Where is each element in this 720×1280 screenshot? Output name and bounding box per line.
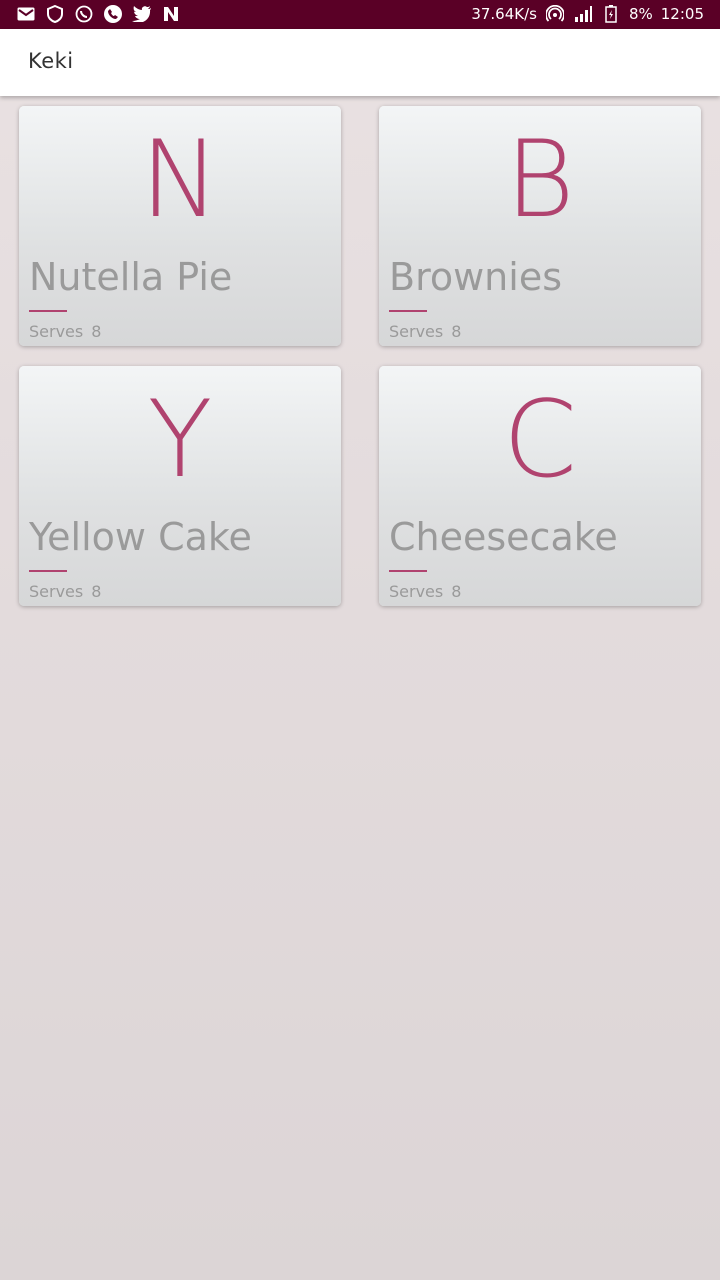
- serves-count: 8: [451, 322, 462, 341]
- whatsapp-icon: [74, 4, 94, 24]
- recipe-initial: C: [502, 378, 577, 501]
- card-header: Y: [19, 366, 341, 510]
- shield-icon: [45, 4, 65, 24]
- n-app-icon: [161, 4, 181, 24]
- system-status: 37.64K/s 8% 12:05: [471, 4, 704, 24]
- serves-label: Serves: [389, 582, 444, 601]
- notification-icons: [16, 4, 181, 24]
- serves-label: Serves: [29, 322, 84, 341]
- card-header: C: [379, 366, 701, 510]
- recipe-name: Nutella Pie: [29, 255, 233, 299]
- recipe-initial: B: [505, 118, 575, 241]
- serves-count: 8: [451, 582, 462, 601]
- network-speed: 37.64K/s: [471, 5, 537, 23]
- serves-label: Serves: [389, 322, 444, 341]
- recipe-card-nutella-pie[interactable]: N Nutella Pie Serves 8: [19, 106, 341, 346]
- card-body: Nutella Pie Serves 8: [19, 250, 341, 346]
- battery-icon: [601, 4, 621, 24]
- card-body: Cheesecake Serves 8: [379, 510, 701, 606]
- serves-count: 8: [91, 322, 102, 341]
- app-bar: Keki: [0, 29, 720, 96]
- serves-info: Serves 8: [29, 322, 101, 342]
- accent-divider: [389, 570, 427, 572]
- recipe-card-cheesecake[interactable]: C Cheesecake Serves 8: [379, 366, 701, 606]
- recipe-name: Brownies: [389, 255, 563, 299]
- card-header: B: [379, 106, 701, 250]
- serves-info: Serves 8: [389, 582, 461, 602]
- phone-icon: [103, 4, 123, 24]
- status-bar: 37.64K/s 8% 12:05: [0, 0, 720, 29]
- recipe-grid: N Nutella Pie Serves 8 B Brownies Serves 8…: [19, 106, 701, 606]
- app-title: Keki: [28, 49, 74, 73]
- serves-info: Serves 8: [389, 322, 461, 342]
- accent-divider: [29, 570, 67, 572]
- accent-divider: [29, 310, 67, 312]
- gmail-icon: [16, 4, 36, 24]
- card-body: Yellow Cake Serves 8: [19, 510, 341, 606]
- recipe-initial: N: [140, 118, 220, 241]
- clock: 12:05: [660, 5, 704, 23]
- card-body: Brownies Serves 8: [379, 250, 701, 346]
- recipe-initial: Y: [147, 378, 213, 501]
- recipe-card-yellow-cake[interactable]: Y Yellow Cake Serves 8: [19, 366, 341, 606]
- serves-label: Serves: [29, 582, 84, 601]
- serves-info: Serves 8: [29, 582, 101, 602]
- hotspot-icon: [545, 4, 565, 24]
- recipe-name: Yellow Cake: [29, 515, 252, 559]
- recipe-card-brownies[interactable]: B Brownies Serves 8: [379, 106, 701, 346]
- signal-icon: [573, 4, 593, 24]
- battery-level: 8%: [628, 5, 653, 23]
- card-header: N: [19, 106, 341, 250]
- recipe-name: Cheesecake: [389, 515, 618, 559]
- accent-divider: [389, 310, 427, 312]
- serves-count: 8: [91, 582, 102, 601]
- twitter-icon: [132, 4, 152, 24]
